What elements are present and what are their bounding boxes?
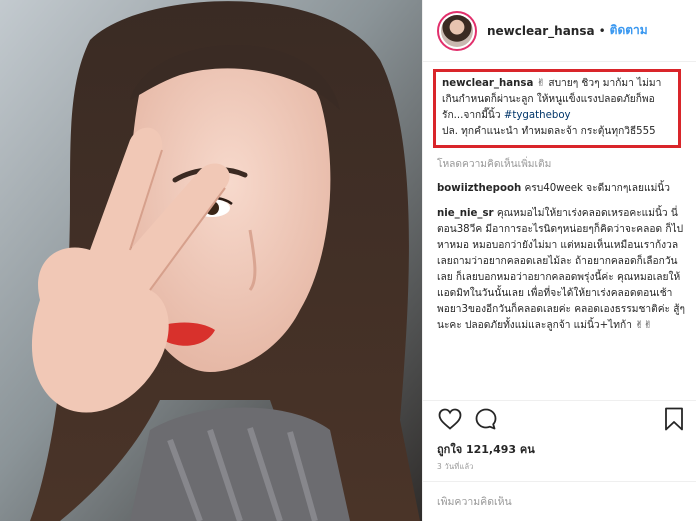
- action-bar: [423, 400, 696, 436]
- caption-text-2: ปล. ทุกคำแนะนำ ทำหมดละจ้า กระตุ้นทุกวิธี…: [442, 126, 656, 137]
- add-comment-input[interactable]: [437, 495, 683, 508]
- header-username[interactable]: newclear_hansa: [487, 24, 595, 38]
- comments-section: newclear_hansa ✌ สบายๆ ชิวๆ มาก้มา ไม่มา…: [423, 69, 696, 334]
- comment-text: คุณหมอไม่ให้ยาเร่งคลอดเหรอคะแม่นิ้ว นี่ต…: [437, 208, 685, 331]
- avatar-image: [441, 14, 473, 47]
- caption-hashtag[interactable]: #tygatheboy: [504, 110, 571, 121]
- comment-icon[interactable]: [473, 406, 499, 432]
- comment-username[interactable]: nie_nie_sr: [437, 208, 494, 219]
- comment-item: nie_nie_sr คุณหมอไม่ให้ยาเร่งคลอดเหรอคะแ…: [437, 206, 688, 334]
- caption-username[interactable]: newclear_hansa: [442, 78, 533, 89]
- add-comment-bar: [423, 481, 696, 521]
- follow-button[interactable]: ติดตาม: [610, 21, 648, 40]
- post-panel: newclear_hansa • ติดตาม newclear_hansa ✌…: [422, 0, 696, 521]
- post-photo: [0, 0, 422, 521]
- load-more-comments-button[interactable]: โหลดความคิดเห็นเพิ่มเติม: [437, 156, 688, 172]
- avatar[interactable]: [437, 10, 477, 51]
- comment-text: ครบ40week จะดีมากๆเลยแม่นิ้ว: [524, 183, 670, 194]
- post-photo-illustration: [0, 0, 422, 521]
- comment-item: bowiizthepooh ครบ40week จะดีมากๆเลยแม่นิ…: [437, 181, 688, 197]
- header-separator: •: [598, 23, 606, 38]
- post-header: newclear_hansa • ติดตาม: [423, 0, 696, 62]
- caption-highlight: newclear_hansa ✌ สบายๆ ชิวๆ มาก้มา ไม่มา…: [433, 69, 681, 148]
- comment-username[interactable]: bowiizthepooh: [437, 183, 521, 194]
- like-count[interactable]: ถูกใจ 121,493 คน: [437, 440, 535, 458]
- post-timestamp[interactable]: 3 วันที่แล้ว: [437, 461, 474, 473]
- heart-icon[interactable]: [437, 406, 463, 432]
- bookmark-icon[interactable]: [661, 406, 687, 432]
